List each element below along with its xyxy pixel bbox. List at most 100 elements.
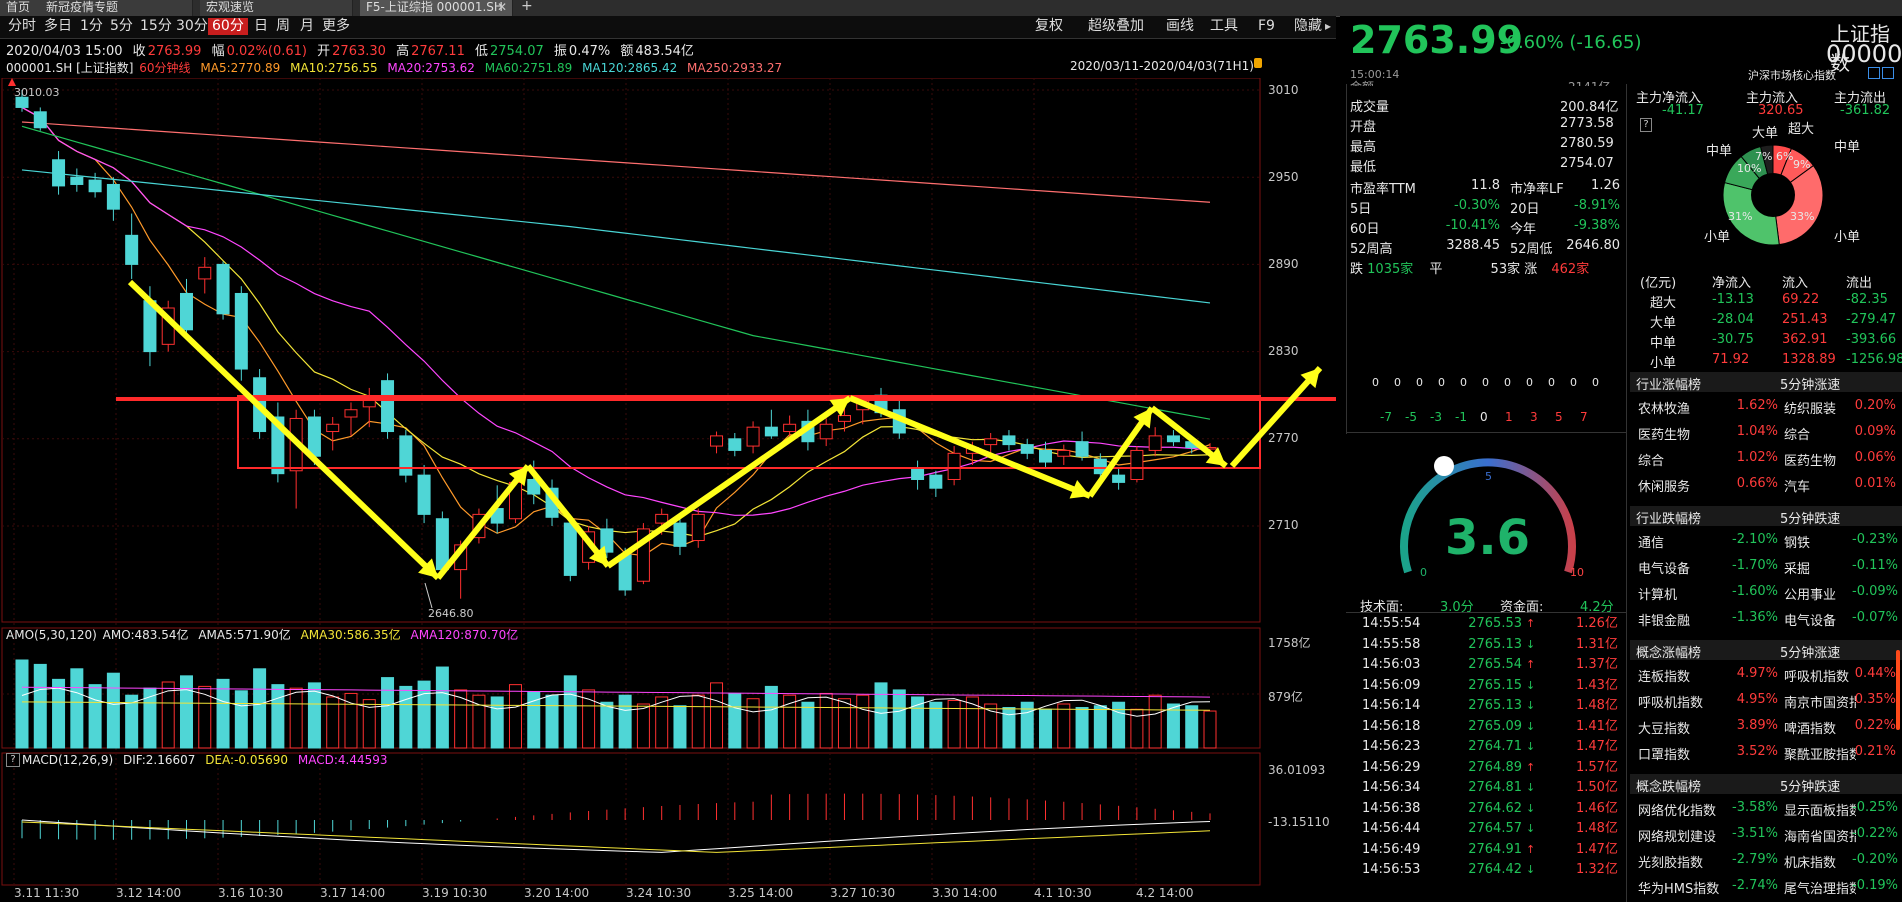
scrollbar-thumb[interactable]: [1896, 650, 1900, 730]
sector-name[interactable]: 通信: [1638, 532, 1664, 551]
candle-body: [655, 513, 669, 524]
stat-label: 今年: [1510, 222, 1537, 237]
help-icon[interactable]: ?: [1640, 118, 1652, 132]
trade-volume: 1.41亿: [1576, 718, 1618, 734]
sector-name[interactable]: 休闲服务: [1638, 476, 1690, 495]
sector-name[interactable]: 采掘: [1784, 558, 1856, 577]
sector-name[interactable]: 口罩指数: [1638, 744, 1690, 763]
sector-name[interactable]: 计算机: [1638, 584, 1677, 603]
f9-button[interactable]: F9: [1258, 18, 1275, 35]
time-tick: 3.24 10:30: [626, 886, 692, 900]
sector-name[interactable]: 电气设备: [1784, 610, 1856, 629]
sector-name[interactable]: 钢铁: [1784, 532, 1856, 551]
sector-change: 0.66%: [1736, 476, 1778, 491]
down-count: 1035家: [1367, 262, 1414, 277]
toggle-right-icon[interactable]: ▸: [1325, 19, 1331, 33]
high-marker-arrow: [8, 78, 16, 86]
period-day[interactable]: 日: [250, 18, 272, 35]
scale-zero: 0: [1460, 376, 1467, 389]
sector-board-title[interactable]: 行业跌幅榜: [1636, 508, 1701, 527]
sector-name[interactable]: 连板指数: [1638, 666, 1690, 685]
sector-name[interactable]: 聚酰亚胺指数: [1784, 744, 1856, 763]
tab-strip: 首页 新冠疫情专题 宏观速览 F5-上证综指 000001.SH ✕ +: [0, 0, 1902, 17]
arrow-down-icon: ↓: [1526, 699, 1536, 712]
sector-name[interactable]: 华为HMS指数: [1638, 878, 1719, 897]
fuquan-button[interactable]: 复权: [1035, 18, 1063, 35]
new-tab-icon[interactable]: +: [521, 0, 535, 14]
sector-board-subtitle[interactable]: 5分钟涨速: [1780, 374, 1840, 393]
price-tick: 2950: [1268, 170, 1299, 184]
help-icon[interactable]: ?: [6, 753, 20, 767]
trade-time: 14:56:34: [1362, 780, 1421, 795]
sector-name[interactable]: 啤酒指数: [1784, 718, 1856, 737]
sector-name[interactable]: 纺织服装: [1784, 398, 1856, 417]
popout-icon[interactable]: [1868, 67, 1880, 79]
sector-name[interactable]: 电气设备: [1638, 558, 1690, 577]
donut-pct: 31%: [1728, 210, 1753, 223]
trade-price: 2764.71: [1468, 739, 1522, 754]
candle-body: [70, 176, 84, 185]
period-60min[interactable]: 60分: [208, 18, 248, 35]
sector-name[interactable]: 呼吸机指数: [1638, 692, 1703, 711]
sector-name[interactable]: 尾气治理指数: [1784, 878, 1856, 897]
period-week[interactable]: 周: [272, 18, 294, 35]
price-tick: 2770: [1268, 431, 1299, 445]
tools-button[interactable]: 工具: [1210, 18, 1238, 35]
sector-board-subtitle[interactable]: 5分钟涨速: [1780, 642, 1840, 661]
sector-name[interactable]: 光刻胶指数: [1638, 852, 1703, 871]
hide-button[interactable]: 隐藏: [1294, 18, 1322, 35]
tab-home[interactable]: 首页: [0, 0, 43, 16]
sector-name[interactable]: 公用事业: [1784, 584, 1856, 603]
sector-board-subtitle[interactable]: 5分钟跌速: [1780, 776, 1840, 795]
sector-board-subtitle[interactable]: 5分钟跌速: [1780, 508, 1840, 527]
sector-name[interactable]: 非银金融: [1638, 610, 1690, 629]
trade-volume: 1.47亿: [1576, 739, 1618, 754]
sector-board-title[interactable]: 概念涨幅榜: [1636, 642, 1701, 661]
trade-time: 14:56:14: [1362, 698, 1421, 713]
sector-name[interactable]: 显示面板指数: [1784, 800, 1856, 819]
info-row: 2020/04/03 15:00 收 2763.99 幅 0.02%(0.61) 开…: [6, 40, 700, 59]
sector-name[interactable]: 南京市国资指: [1784, 692, 1856, 711]
time-tick: 3.16 10:30: [218, 886, 284, 900]
sector-name[interactable]: 海南省国资指: [1784, 826, 1856, 845]
tab-sse[interactable]: F5-上证综指 000001.SH: [360, 0, 513, 16]
period-more[interactable]: 更多: [318, 18, 354, 35]
period-month[interactable]: 月: [296, 18, 318, 35]
tab-macro[interactable]: 宏观速览: [200, 0, 353, 16]
period-30min[interactable]: 30分: [172, 18, 212, 35]
candle-body: [984, 438, 998, 446]
close-tab-icon[interactable]: ✕: [497, 0, 509, 16]
sector-board-title[interactable]: 行业涨幅榜: [1636, 374, 1701, 393]
sector-name[interactable]: 呼吸机指数: [1784, 666, 1856, 685]
kline-chart[interactable]: [0, 78, 1336, 900]
ama30-value: AMA30:586.35亿: [300, 628, 401, 642]
sector-name[interactable]: 网络优化指数: [1638, 800, 1716, 819]
period-multiday[interactable]: 多日: [40, 18, 76, 35]
candle-body: [198, 266, 212, 280]
period-5min[interactable]: 5分: [106, 18, 137, 35]
sector-name[interactable]: 网络规划建设: [1638, 826, 1716, 845]
time-tick: 3.11 11:30: [14, 886, 80, 900]
draw-line-button[interactable]: 画线: [1166, 18, 1194, 35]
overlay-button[interactable]: 超级叠加: [1088, 18, 1144, 35]
ma250-value: MA250:2933.27: [687, 61, 783, 75]
sector-name[interactable]: 医药生物: [1638, 424, 1690, 443]
open-value: 2763.30: [332, 44, 386, 59]
sector-name[interactable]: 大豆指数: [1638, 718, 1690, 737]
sector-board-title[interactable]: 概念跌幅榜: [1636, 776, 1701, 795]
volume-bar: [490, 696, 504, 749]
sector-name[interactable]: 机床指数: [1784, 852, 1856, 871]
period-fenshi[interactable]: 分时: [4, 18, 40, 35]
period-1min[interactable]: 1分: [76, 18, 107, 35]
stat-label: 最低: [1350, 160, 1377, 175]
sector-name[interactable]: 农林牧渔: [1638, 398, 1690, 417]
sector-speed: 0.21%: [1854, 744, 1896, 759]
sector-name[interactable]: 医药生物: [1784, 450, 1856, 469]
sector-name[interactable]: 综合: [1784, 424, 1856, 443]
sector-name[interactable]: 汽车: [1784, 476, 1856, 495]
settings-icon[interactable]: [1882, 67, 1894, 79]
period-15min[interactable]: 15分: [136, 18, 176, 35]
trade-volume: 1.57亿: [1576, 759, 1618, 775]
sector-name[interactable]: 综合: [1638, 450, 1664, 469]
tab-covid[interactable]: 新冠疫情专题: [40, 0, 193, 16]
